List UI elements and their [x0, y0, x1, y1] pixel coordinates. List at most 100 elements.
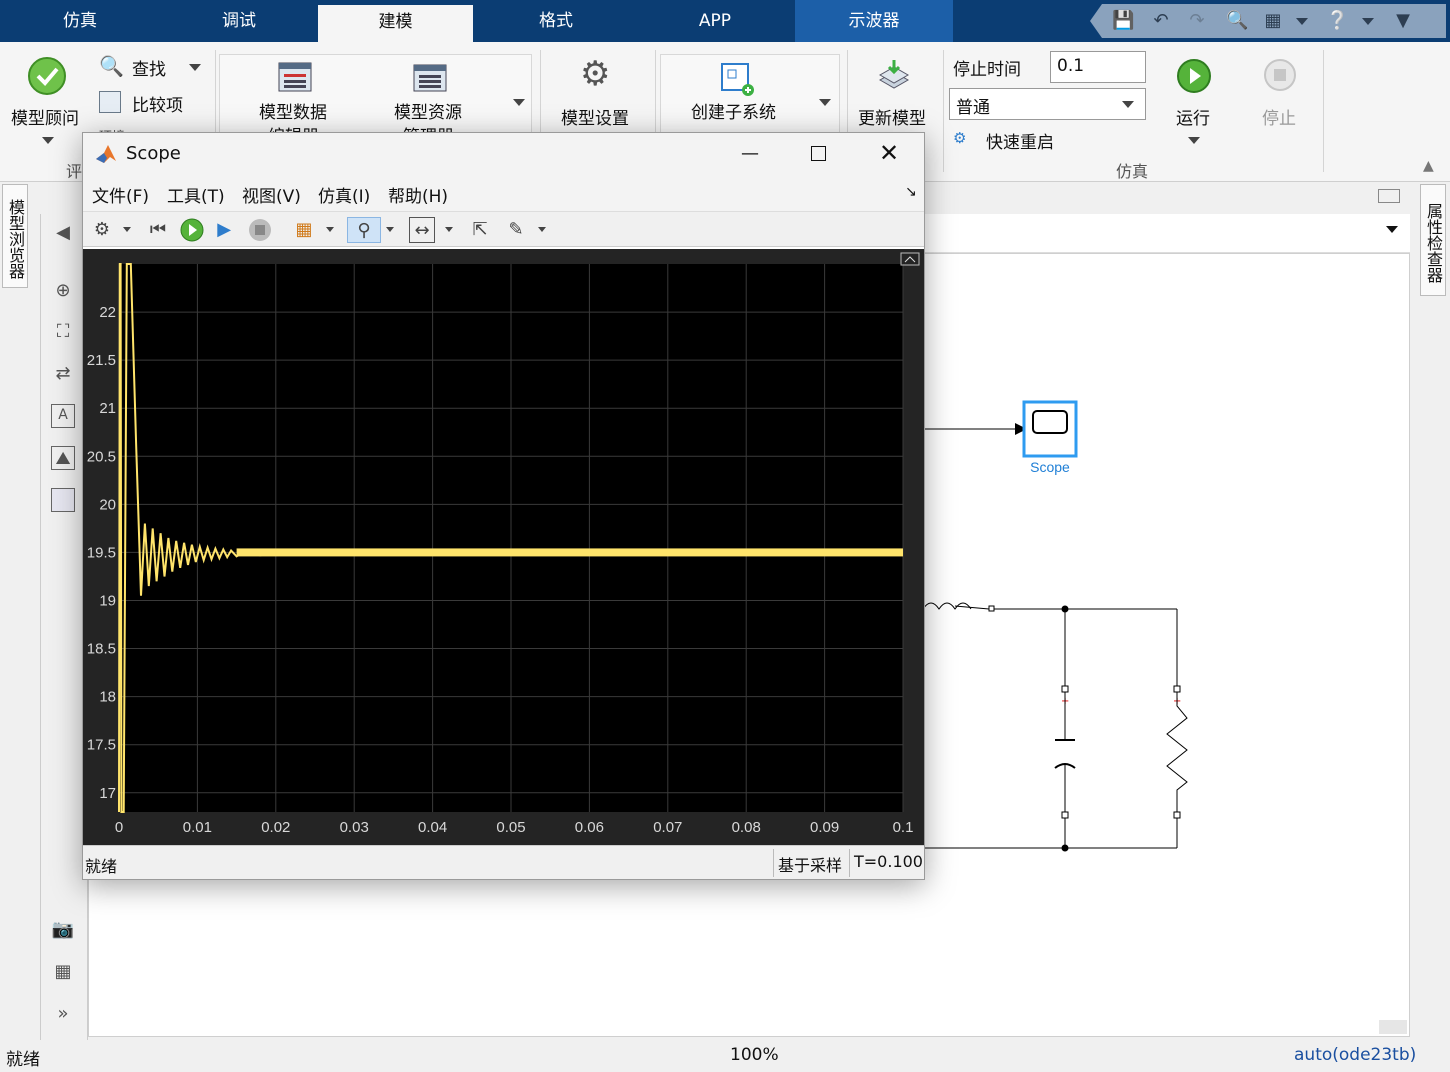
- find-button[interactable]: 查找: [132, 55, 166, 80]
- model-explorer-icon[interactable]: [413, 64, 447, 92]
- x-tick-label: 0.08: [732, 819, 761, 836]
- tab-scope[interactable]: 示波器: [795, 0, 953, 42]
- simulation-mode-select[interactable]: 普通: [949, 88, 1146, 120]
- y-tick-label: 20: [99, 496, 116, 513]
- component-gallery-expand-icon[interactable]: [819, 99, 831, 106]
- y-tick-label: 18: [99, 689, 116, 706]
- x-tick-label: 0.03: [340, 819, 369, 836]
- stop-icon[interactable]: [1263, 58, 1297, 92]
- fast-restart-button[interactable]: 快速重启: [986, 128, 1054, 153]
- maximize-icon[interactable]: [811, 146, 826, 161]
- menu-simulation[interactable]: 仿真(I): [318, 182, 370, 207]
- library-browser-icon[interactable]: ▦: [1262, 11, 1284, 31]
- keyboard-icon[interactable]: [1378, 189, 1400, 203]
- menu-view[interactable]: 视图(V): [242, 182, 301, 207]
- tab-apps[interactable]: APP: [636, 0, 794, 42]
- x-tick-labels: 0 0.01 0.02 0.03 0.04 0.05 0.06 0.07 0.08 0.09 0.1: [115, 819, 914, 836]
- expand-palette-icon[interactable]: »: [51, 1002, 75, 1026]
- menu-file[interactable]: 文件(F): [92, 182, 149, 207]
- address-dropdown-icon[interactable]: [1386, 226, 1398, 233]
- highlight-block-icon[interactable]: ▦: [291, 217, 317, 243]
- zoom-dropdown-icon[interactable]: [386, 227, 394, 232]
- step-back-icon[interactable]: ⏮: [145, 217, 171, 243]
- zoom-in-icon[interactable]: ⊕: [51, 279, 75, 303]
- y-tick-label: 18.5: [87, 641, 116, 658]
- design-gallery-expand-icon[interactable]: [513, 99, 525, 106]
- stop-icon[interactable]: [247, 217, 273, 243]
- undock-icon[interactable]: ↘: [905, 184, 917, 200]
- status-bar: 就绪 100% auto(ode23tb): [0, 1040, 1450, 1072]
- measurements-dropdown-icon[interactable]: [538, 227, 546, 232]
- scope-status-text: 就绪: [85, 857, 118, 876]
- model-data-icon[interactable]: ▦: [51, 960, 75, 984]
- model-advisor-button[interactable]: 模型顾问: [11, 104, 79, 129]
- stop-time-input[interactable]: 0.1: [1050, 51, 1146, 83]
- x-tick-label: 0.09: [810, 819, 839, 836]
- run-icon[interactable]: [179, 217, 205, 243]
- create-subsystem-icon[interactable]: [720, 62, 754, 96]
- zoom-tool-icon[interactable]: ⚲: [347, 217, 381, 243]
- scope-block-label[interactable]: Scope: [1023, 459, 1077, 475]
- tab-simulation[interactable]: 仿真: [0, 0, 160, 42]
- run-dropdown-icon[interactable]: [1188, 137, 1200, 144]
- undo-icon[interactable]: ↶: [1150, 11, 1172, 31]
- screenshot-icon[interactable]: 📷: [51, 918, 75, 942]
- settings-dropdown-icon[interactable]: [123, 227, 131, 232]
- compare-button[interactable]: 比较项: [132, 91, 183, 116]
- search-icon[interactable]: 🔍: [1226, 11, 1248, 31]
- hide-browser-icon[interactable]: ◀: [51, 221, 75, 245]
- model-data-editor-icon[interactable]: [278, 62, 312, 92]
- steady-state-ripple: [236, 548, 904, 557]
- run-icon[interactable]: [1176, 58, 1212, 94]
- update-model-button[interactable]: 更新模型: [858, 104, 926, 129]
- annotation-icon[interactable]: A: [51, 404, 75, 428]
- autoscale-dropdown-icon[interactable]: [445, 227, 453, 232]
- scope-title-bar[interactable]: Scope — ✕: [83, 133, 924, 175]
- x-tick-label: 0.04: [418, 819, 447, 836]
- tab-format[interactable]: 格式: [477, 0, 635, 42]
- save-icon[interactable]: 💾: [1112, 11, 1134, 31]
- step-forward-icon[interactable]: ▶: [213, 217, 239, 243]
- run-button[interactable]: 运行: [1176, 104, 1210, 129]
- create-subsystem-button[interactable]: 创建子系统: [691, 98, 776, 123]
- collapse-toolstrip-icon[interactable]: ▼: [1392, 11, 1414, 31]
- collapse-ribbon-icon[interactable]: ▲: [1423, 158, 1439, 174]
- solver-link[interactable]: auto(ode23tb): [1294, 1045, 1416, 1065]
- help-icon[interactable]: ❔: [1326, 11, 1348, 31]
- library-dropdown-icon[interactable]: [1296, 18, 1308, 25]
- tab-debug[interactable]: 调试: [160, 0, 318, 42]
- scope-settings-icon[interactable]: ⚙: [89, 217, 115, 243]
- simulation-mode-value: 普通: [956, 98, 990, 118]
- scope-plot-area[interactable]: 0 0.01 0.02 0.03 0.04 0.05 0.06 0.07 0.08 0.09 0.1…: [83, 249, 924, 845]
- autoscale-icon[interactable]: ↔: [409, 217, 435, 243]
- scope-status-bar: 就绪 基于采样 T=0.100: [83, 845, 924, 879]
- find-dropdown-icon[interactable]: [189, 64, 201, 71]
- measurements-icon[interactable]: ✎: [503, 217, 529, 243]
- model-browser-tab[interactable]: 模型浏览器: [2, 184, 28, 288]
- highlight-dropdown-icon[interactable]: [326, 227, 334, 232]
- update-model-icon[interactable]: [876, 58, 912, 94]
- y-tick-label: 22: [99, 304, 116, 321]
- y-tick-label: 20.5: [87, 448, 116, 465]
- tab-modeling[interactable]: 建模: [318, 5, 473, 42]
- menu-help[interactable]: 帮助(H): [388, 182, 448, 207]
- model-advisor-icon[interactable]: [27, 56, 67, 96]
- image-icon[interactable]: ⛰: [51, 446, 75, 470]
- triggers-icon[interactable]: ⇱: [467, 217, 493, 243]
- model-advisor-dropdown-icon[interactable]: [42, 137, 54, 144]
- property-inspector-tab[interactable]: 属性检查器: [1420, 184, 1446, 296]
- gear-icon[interactable]: ⚙: [580, 56, 610, 92]
- model-settings-button[interactable]: 模型设置: [561, 104, 629, 129]
- model-data-editor-button[interactable]: 模型数据: [259, 98, 327, 123]
- menu-tools[interactable]: 工具(T): [167, 182, 225, 207]
- minimize-icon[interactable]: —: [741, 143, 759, 164]
- x-tick-label: 0.05: [496, 819, 525, 836]
- model-explorer-button[interactable]: 模型资源: [394, 98, 462, 123]
- redo-icon[interactable]: ↷: [1186, 11, 1208, 31]
- area-icon[interactable]: [51, 488, 75, 512]
- arrows-icon[interactable]: ⇄: [51, 362, 75, 386]
- stop-button[interactable]: 停止: [1262, 104, 1296, 129]
- fit-to-view-icon[interactable]: ⛶: [51, 320, 75, 344]
- help-dropdown-icon[interactable]: [1362, 18, 1374, 25]
- close-icon[interactable]: ✕: [878, 139, 900, 167]
